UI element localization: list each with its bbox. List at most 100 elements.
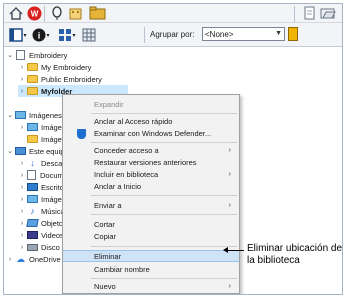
tree-item-label: Imágenes [29, 110, 62, 120]
document-icon[interactable] [300, 5, 318, 21]
toolbar-divider [294, 6, 295, 22]
tree-item-videos[interactable]: › Videos [18, 229, 64, 241]
pictures-library-icon [15, 111, 26, 119]
download-icon: ↓ [30, 158, 35, 168]
sort-arrow-icon[interactable] [288, 27, 298, 41]
menu-item-cortar[interactable]: Cortar [63, 219, 239, 231]
chevron-right-icon[interactable]: › [18, 220, 26, 227]
home-icon[interactable] [7, 5, 25, 21]
local-disk-icon [27, 243, 38, 251]
menu-item-nuevo[interactable]: Nuevo › [63, 281, 239, 293]
shield-icon [77, 129, 86, 139]
chevron-down-icon[interactable]: ▾ [44, 27, 52, 43]
chevron-right-icon: › [228, 147, 231, 154]
menu-item-cambiar-nombre[interactable]: Cambiar nombre [63, 264, 239, 276]
menu-item-copiar[interactable]: Copiar [63, 231, 239, 243]
building-icon[interactable] [66, 5, 84, 21]
menu-item-label: Eliminar [94, 252, 122, 261]
svg-text:W: W [30, 9, 38, 18]
chevron-down-icon[interactable]: ⌄ [6, 111, 14, 119]
menu-item-anclar-inicio[interactable]: Anclar a Inicio [63, 181, 239, 193]
chevron-right-icon[interactable]: › [18, 64, 26, 71]
library-icon [16, 50, 25, 60]
balloon-pin-icon[interactable] [48, 5, 66, 21]
toolbar-divider [44, 6, 45, 22]
tree-item-label: OneDrive [29, 254, 61, 264]
chevron-right-icon[interactable]: › [18, 232, 26, 239]
folder-icon [27, 87, 38, 95]
3d-objects-icon [26, 219, 39, 227]
folder-icon [27, 63, 38, 71]
chevron-down-icon[interactable]: ⌄ [6, 147, 14, 155]
tree-item-label: Videos [41, 230, 64, 240]
folder-icon[interactable] [88, 5, 106, 21]
open-folder-icon[interactable] [319, 5, 337, 21]
menu-separator [91, 195, 237, 196]
group-by-select[interactable]: <None> ▼ [202, 27, 285, 41]
menu-item-enviar-a[interactable]: Enviar a › [63, 200, 239, 212]
music-icon: ♪ [30, 206, 35, 216]
pictures-folder-icon [27, 123, 38, 131]
tree-item-musica[interactable]: › ♪ Música [18, 205, 65, 217]
chevron-right-icon[interactable]: › [18, 160, 26, 167]
grid-view-icon[interactable] [80, 27, 98, 43]
menu-separator [91, 214, 237, 215]
menu-separator [91, 142, 237, 143]
menu-separator [91, 113, 237, 114]
chevron-right-icon[interactable]: › [18, 208, 26, 215]
chevron-down-icon[interactable]: ▾ [70, 27, 78, 43]
top-toolbar: W [4, 4, 342, 23]
menu-item-examinar-defender[interactable]: Examinar con Windows Defender... [63, 128, 239, 140]
documents-icon [27, 170, 36, 180]
tree-item-label: Public Embroidery [41, 74, 102, 84]
chevron-down-icon[interactable]: ⌄ [6, 51, 14, 59]
menu-item-eliminar[interactable]: Eliminar [63, 250, 239, 262]
menu-item-conceder-acceso[interactable]: Conceder acceso a › [63, 145, 239, 157]
chevron-right-icon[interactable]: › [18, 244, 26, 251]
menu-item-expandir[interactable]: Expandir [63, 99, 239, 111]
menu-item-restaurar-versiones[interactable]: Restaurar versiones anteriores [63, 157, 239, 169]
chevron-right-icon[interactable]: › [18, 124, 26, 131]
menu-separator [91, 246, 237, 247]
chevron-right-icon: › [228, 171, 231, 178]
cloud-icon: ☁ [16, 253, 25, 264]
menu-item-label: Cambiar nombre [94, 265, 150, 274]
menu-item-label: Expandir [94, 100, 124, 109]
group-by-value: <None> [205, 30, 234, 39]
tree-item-public-embroidery[interactable]: › Public Embroidery [18, 73, 102, 85]
menu-item-label: Conceder acceso a [94, 146, 159, 155]
menu-item-label: Examinar con Windows Defender... [94, 129, 212, 138]
chevron-right-icon: › [228, 283, 231, 290]
view-toolbar: ▾ i ▾ ▾ Agrupar por: <None> ▼ [4, 23, 342, 47]
chevron-right-icon[interactable]: › [6, 256, 14, 263]
menu-item-incluir-biblioteca[interactable]: Incluir en biblioteca › [63, 169, 239, 181]
wilcom-logo-icon[interactable]: W [25, 5, 43, 21]
chevron-right-icon[interactable]: › [18, 172, 26, 179]
tree-item-imagenes[interactable]: ⌄ Imágenes [6, 109, 62, 121]
menu-item-anclar-rapido[interactable]: Anclar al Acceso rápido [63, 116, 239, 128]
tree-item-onedrive[interactable]: › ☁ OneDrive [6, 253, 61, 265]
menu-item-label: Cortar [94, 220, 115, 229]
chevron-down-icon[interactable]: ▾ [21, 27, 29, 43]
chevron-right-icon[interactable]: › [18, 76, 26, 83]
menu-item-label: Anclar al Acceso rápido [94, 117, 173, 126]
chevron-right-icon[interactable]: › [18, 184, 26, 191]
tree-item-embroidery[interactable]: ⌄ Embroidery [6, 49, 67, 61]
tree-item-my-embroidery[interactable]: › My Embroidery [18, 61, 92, 73]
menu-separator [91, 278, 237, 279]
computer-icon [15, 147, 26, 155]
tree-item-este-equipo[interactable]: ⌄ Este equipo [6, 145, 69, 157]
folder-icon [27, 135, 38, 143]
tree-item-label: My Embroidery [41, 62, 92, 72]
folder-icon [27, 75, 38, 83]
callout-text: Eliminar ubicación de la biblioteca [247, 243, 343, 266]
menu-item-label: Enviar a [94, 201, 122, 210]
chevron-right-icon[interactable]: › [18, 88, 26, 95]
chevron-right-icon: › [228, 202, 231, 209]
pictures-folder-icon [27, 195, 38, 203]
menu-item-label: Copiar [94, 232, 117, 241]
chevron-down-icon: ▼ [275, 30, 282, 37]
tree-item-label: Embroidery [29, 50, 68, 60]
menu-item-label: Anclar a Inicio [94, 182, 142, 191]
chevron-right-icon[interactable]: › [18, 196, 26, 203]
